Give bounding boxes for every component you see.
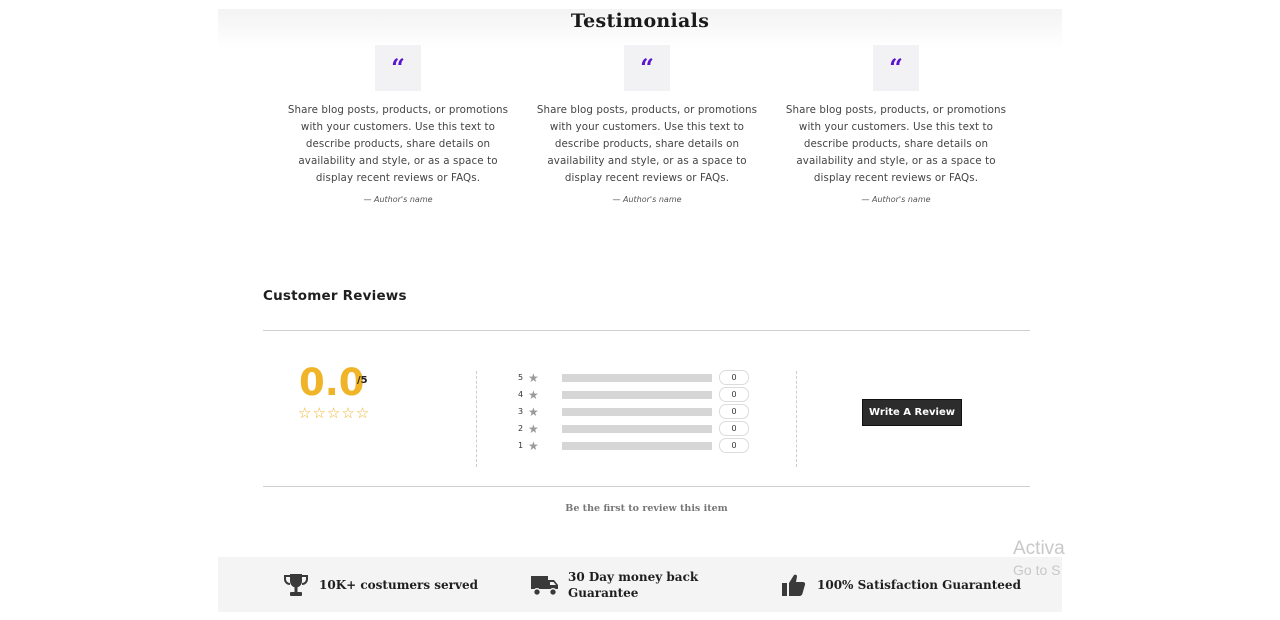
star-icon: ★ [528, 421, 539, 436]
rating-count-badge: 0 [719, 387, 749, 402]
rating-bar [562, 407, 712, 416]
product-page-section: Testimonials “ Share blog posts, product… [218, 9, 1062, 612]
star-icon: ★ [528, 438, 539, 453]
truck-icon [530, 570, 560, 600]
trophy-icon [281, 570, 311, 600]
rating-row-3: 3 ★ 0 [518, 403, 749, 420]
star-icon: ★ [528, 370, 539, 385]
guarantee-bar: 10K+ costumers served 30 Day money back … [218, 557, 1062, 612]
guarantee-label: 100% Satisfaction Guaranteed [817, 577, 1021, 592]
divider [263, 330, 1030, 331]
testimonial-text: Share blog posts, products, or promotion… [536, 104, 758, 184]
rating-star-count: 1 [518, 441, 524, 450]
rating-count-badge: 0 [719, 370, 749, 385]
quote-icon: “ [375, 45, 421, 91]
testimonial-author: — Author's name [363, 195, 433, 204]
testimonial-text: Share blog posts, products, or promotion… [785, 104, 1007, 184]
rating-star-count: 5 [518, 373, 524, 382]
windows-activation-watermark: Activa Go to S [1013, 538, 1065, 578]
thumbs-up-icon [779, 570, 809, 600]
testimonial-card: “ Share blog posts, products, or promoti… [281, 45, 515, 204]
rating-star-count: 2 [518, 424, 524, 433]
rating-bar [562, 441, 712, 450]
write-review-button[interactable]: Write A Review [862, 399, 962, 426]
customer-reviews-title: Customer Reviews [263, 288, 407, 304]
average-rating: 0.0 [299, 361, 365, 404]
guarantee-item: 30 Day money back Guarantee [530, 557, 708, 612]
rating-row-5: 5 ★ 0 [518, 369, 749, 386]
divider [796, 371, 797, 467]
rating-star-count: 3 [518, 407, 524, 416]
rating-bar [562, 424, 712, 433]
rating-scale: /5 [357, 375, 368, 386]
quote-icon: “ [873, 45, 919, 91]
testimonial-author: — Author's name [612, 195, 682, 204]
testimonial-author: — Author's name [861, 195, 931, 204]
rating-bar [562, 390, 712, 399]
star-icon: ★ [528, 387, 539, 402]
rating-count-badge: 0 [719, 404, 749, 419]
rating-star-count: 4 [518, 390, 524, 399]
quote-icon: “ [624, 45, 670, 91]
star-icon: ★ [528, 404, 539, 419]
divider [263, 486, 1030, 487]
testimonial-text: Share blog posts, products, or promotion… [287, 104, 509, 184]
guarantee-item: 10K+ costumers served [281, 557, 478, 612]
guarantee-label: 10K+ costumers served [319, 577, 478, 592]
watermark-line-1: Activa [1013, 538, 1065, 559]
empty-reviews-message: Be the first to review this item [565, 503, 728, 514]
guarantee-label: 30 Day money back Guarantee [568, 569, 699, 600]
guarantee-item: 100% Satisfaction Guaranteed [779, 557, 1021, 612]
testimonial-card: “ Share blog posts, products, or promoti… [779, 45, 1013, 204]
rating-row-2: 2 ★ 0 [518, 420, 749, 437]
testimonials-title: Testimonials [570, 10, 710, 32]
divider [476, 371, 477, 467]
watermark-line-2: Go to S [1013, 562, 1061, 578]
rating-row-4: 4 ★ 0 [518, 386, 749, 403]
rating-bar [562, 373, 712, 382]
rating-row-1: 1 ★ 0 [518, 437, 749, 454]
rating-count-badge: 0 [719, 438, 749, 453]
rating-count-badge: 0 [719, 421, 749, 436]
rating-stars: ☆☆☆☆☆ [298, 404, 371, 422]
testimonial-card: “ Share blog posts, products, or promoti… [530, 45, 764, 204]
